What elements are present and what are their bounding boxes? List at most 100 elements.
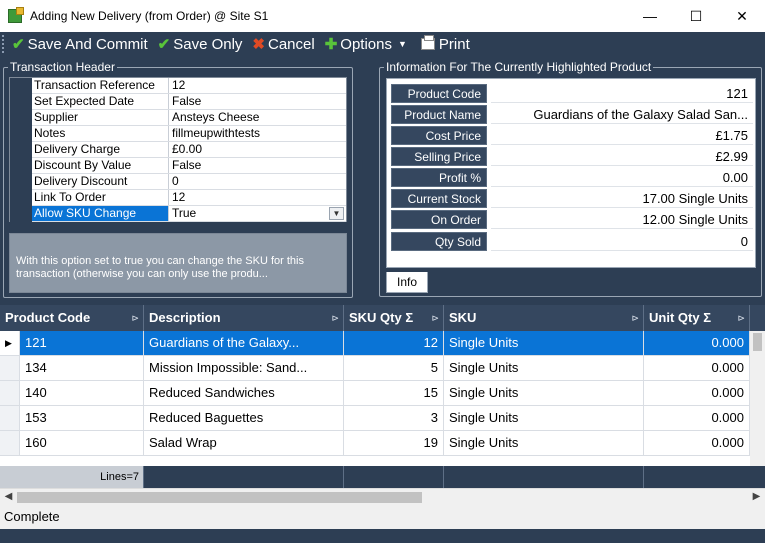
property-row-selected[interactable]: Allow SKU Change True ▼ [10,206,346,222]
property-value[interactable]: True [169,206,346,221]
property-value[interactable]: False [169,94,346,109]
pin-icon[interactable]: ⊳ [131,305,139,331]
table-row[interactable]: 153 Reduced Baguettes 3 Single Units 0.0… [0,406,750,431]
row-indicator [0,381,20,405]
property-row[interactable]: Discount By Value False [10,158,346,174]
cell-sku-qty[interactable]: 15 [344,381,444,405]
check-icon: ✔ [12,36,25,53]
cell-sku[interactable]: Single Units [444,431,644,455]
pin-icon[interactable]: ⊳ [331,305,339,331]
vertical-scrollbar[interactable] [750,331,765,481]
title-bar: Adding New Delivery (from Order) @ Site … [0,0,765,32]
cell-sku-qty[interactable]: 12 [344,331,444,355]
status-bar: Complete [0,505,765,529]
info-row: Cost Price £1.75 [391,126,753,145]
scroll-right-icon[interactable]: ▶ [748,489,765,506]
property-name: Allow SKU Change [32,206,169,221]
info-value: 0.00 [491,168,753,187]
column-header-sku-qty[interactable]: SKU Qty Σ ⊳ [344,305,444,331]
property-value[interactable]: 12 [169,190,346,205]
cell-description[interactable]: Guardians of the Galaxy... [144,331,344,355]
property-row[interactable]: Delivery Discount 0 [10,174,346,190]
property-row[interactable]: Supplier Ansteys Cheese [10,110,346,126]
save-and-commit-button[interactable]: ✔ Save And Commit [12,35,148,54]
property-grid: Transaction Reference 12 Set Expected Da… [9,77,347,222]
app-icon [8,7,24,23]
cell-unit-qty[interactable]: 0.000 [644,431,750,455]
line-count: Lines=7 [0,466,144,488]
cell-sku-qty[interactable]: 3 [344,406,444,430]
pin-icon[interactable]: ⊳ [737,305,745,331]
cell-sku-qty[interactable]: 5 [344,356,444,380]
property-row[interactable]: Delivery Charge £0.00 [10,142,346,158]
options-button[interactable]: ✚ Options ▼ [325,35,411,54]
tab-info[interactable]: Info [386,272,428,293]
pin-icon[interactable]: ⊳ [431,305,439,331]
maximize-button[interactable]: ☐ [673,0,719,32]
property-row[interactable]: Link To Order 12 [10,190,346,206]
cell-unit-qty[interactable]: 0.000 [644,356,750,380]
cell-product-code[interactable]: 134 [20,356,144,380]
cell-sku-qty[interactable]: 19 [344,431,444,455]
info-row: Selling Price £2.99 [391,147,753,166]
property-value[interactable]: Ansteys Cheese [169,110,346,125]
info-label: Product Name [391,105,487,124]
cell-product-code[interactable]: 140 [20,381,144,405]
property-description: With this option set to true you can cha… [9,233,347,293]
row-indicator-icon: ▶ [0,331,20,355]
property-row[interactable]: Transaction Reference 12 [10,78,346,94]
table-row-selected[interactable]: ▶ 121 Guardians of the Galaxy... 12 Sing… [0,331,750,356]
column-header-sku[interactable]: SKU ⊳ [444,305,644,331]
cell-unit-qty[interactable]: 0.000 [644,381,750,405]
property-name: Link To Order [32,190,169,205]
row-gutter [10,142,32,158]
column-header-unit-qty[interactable]: Unit Qty Σ ⊳ [644,305,750,331]
toolbar-grip[interactable] [2,35,6,53]
table-row[interactable]: 160 Salad Wrap 19 Single Units 0.000 [0,431,750,456]
table-row[interactable]: 134 Mission Impossible: Sand... 5 Single… [0,356,750,381]
property-value[interactable]: £0.00 [169,142,346,157]
property-row[interactable]: Notes fillmeupwithtests [10,126,346,142]
scrollbar-thumb[interactable] [17,492,422,503]
property-value[interactable]: 12 [169,78,346,93]
cell-unit-qty[interactable]: 0.000 [644,406,750,430]
cell-description[interactable]: Mission Impossible: Sand... [144,356,344,380]
column-header-product-code[interactable]: Product Code ⊳ [0,305,144,331]
dropdown-button[interactable]: ▼ [329,207,344,220]
print-button[interactable]: Print [420,35,470,53]
property-row[interactable]: Set Expected Date False [10,94,346,110]
cell-sku[interactable]: Single Units [444,356,644,380]
row-gutter [10,174,32,190]
scroll-left-icon[interactable]: ◀ [0,489,17,506]
pin-icon[interactable]: ⊳ [631,305,639,331]
check-icon: ✔ [157,36,171,53]
property-value[interactable]: fillmeupwithtests [169,126,346,141]
cell-description[interactable]: Reduced Baguettes [144,406,344,430]
cell-description[interactable]: Reduced Sandwiches [144,381,344,405]
cell-product-code[interactable]: 160 [20,431,144,455]
footer-cell [444,466,644,488]
close-button[interactable]: ✕ [719,0,765,32]
minimize-button[interactable]: — [627,0,673,32]
scrollbar-thumb[interactable] [753,333,762,351]
cell-unit-qty[interactable]: 0.000 [644,331,750,355]
cell-description[interactable]: Salad Wrap [144,431,344,455]
horizontal-scrollbar[interactable]: ◀ ▶ [0,488,765,505]
cell-product-code[interactable]: 153 [20,406,144,430]
cell-sku[interactable]: Single Units [444,381,644,405]
table-row[interactable]: 140 Reduced Sandwiches 15 Single Units 0… [0,381,750,406]
save-only-button[interactable]: ✔ Save Only [157,35,243,54]
info-value: £1.75 [491,126,753,145]
cell-product-code[interactable]: 121 [20,331,144,355]
cancel-button[interactable]: ✖ Cancel [252,35,314,54]
property-name: Supplier [32,110,169,125]
property-value[interactable]: 0 [169,174,346,189]
info-row: Product Name Guardians of the Galaxy Sal… [391,105,753,124]
cell-sku[interactable]: Single Units [444,406,644,430]
info-value: 121 [491,84,753,103]
printer-icon [420,35,435,50]
column-header-description[interactable]: Description ⊳ [144,305,344,331]
row-gutter [10,126,32,142]
cell-sku[interactable]: Single Units [444,331,644,355]
property-value[interactable]: False [169,158,346,173]
